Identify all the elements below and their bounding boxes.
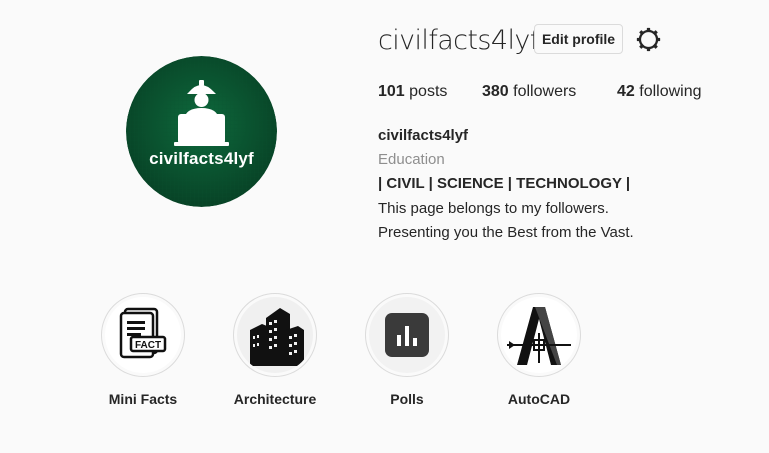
highlight-label: Mini Facts [108, 391, 178, 407]
highlight-ring: FACT [101, 293, 185, 377]
posts-label: posts [409, 83, 448, 100]
bio-line-1: This page belongs to my followers. [378, 200, 609, 217]
profile-avatar[interactable]: civilfacts4lyf [126, 56, 277, 207]
poll-chart-icon [385, 313, 429, 357]
highlight-architecture[interactable]: Architecture [220, 293, 330, 408]
followers-label: followers [513, 83, 577, 100]
highlight-ring [497, 293, 581, 377]
fact-badge-text: FACT [135, 340, 161, 351]
edit-profile-button[interactable]: Edit profile [534, 24, 623, 54]
profile-username: civilfacts4lyf [378, 25, 539, 56]
bio-category: Education [378, 151, 445, 168]
followers-count: 380 [482, 83, 509, 100]
bio-tags: | CIVIL | SCIENCE | TECHNOLOGY | [378, 175, 631, 192]
highlight-ring [365, 293, 449, 377]
highlight-cover [237, 297, 313, 373]
bio-line-2: Presenting you the Best from the Vast. [378, 224, 634, 241]
fact-document-icon: FACT [119, 307, 167, 359]
highlight-cover: FACT [105, 297, 181, 373]
posts-stat[interactable]: 101 posts [378, 82, 447, 102]
highlight-cover [501, 297, 577, 373]
highlight-autocad[interactable]: AutoCAD [484, 293, 594, 408]
highlight-ring [233, 293, 317, 377]
following-stat[interactable]: 42 following [617, 82, 702, 102]
bio-name: civilfacts4lyf [378, 127, 469, 144]
buildings-icon [250, 308, 304, 366]
highlight-label: AutoCAD [507, 391, 571, 407]
highlight-polls[interactable]: Polls [352, 293, 462, 408]
highlight-label: Architecture [233, 391, 317, 407]
avatar-text: civilfacts4lyf [149, 149, 254, 168]
posts-count: 101 [378, 83, 405, 100]
following-count: 42 [617, 83, 635, 100]
autocad-logo-icon [507, 307, 571, 365]
followers-stat[interactable]: 380 followers [482, 82, 576, 102]
avatar-background [126, 56, 277, 207]
following-label: following [639, 83, 702, 100]
highlight-label: Polls [390, 391, 424, 407]
highlight-mini-facts[interactable]: FACT Mini Facts [88, 293, 198, 408]
profile-page: civilfacts4lyf civilfacts4lyf Edit profi… [0, 0, 769, 453]
highlight-cover [369, 297, 445, 373]
gear-icon[interactable] [636, 27, 661, 52]
